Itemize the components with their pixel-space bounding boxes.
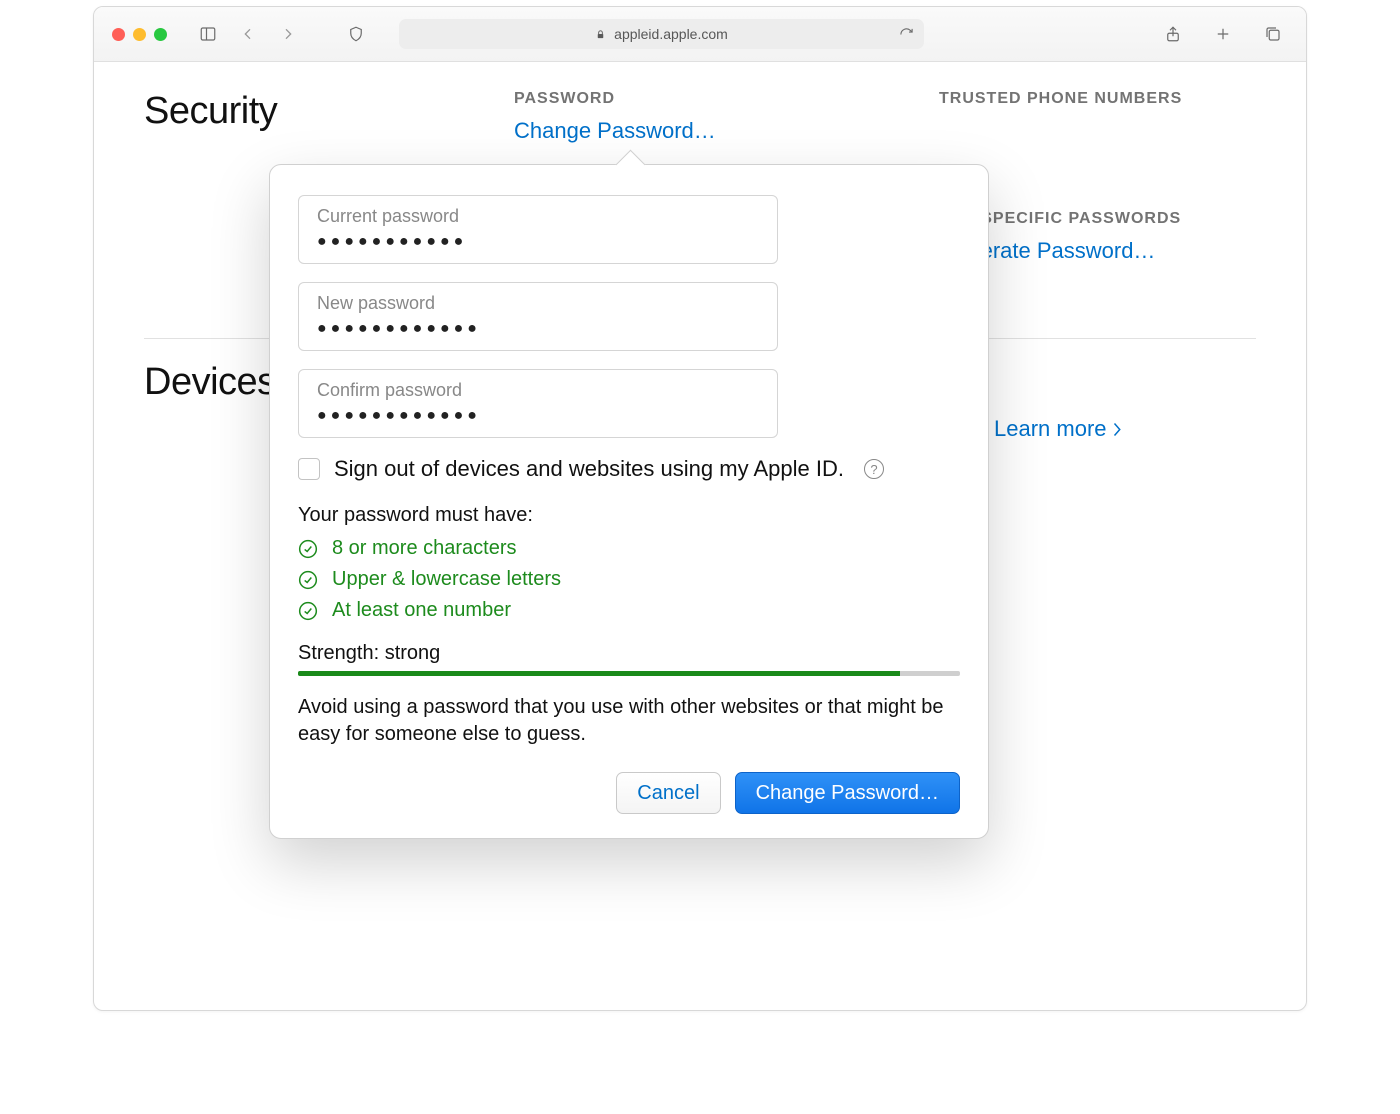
new-password-field[interactable]: New password ●●●●●●●●●●●● [298,282,778,351]
confirm-password-label: Confirm password [317,380,759,401]
requirements-title: Your password must have: [298,504,960,527]
change-password-label: Change Password… [756,782,939,805]
sidebar-toggle-button[interactable] [193,19,223,49]
chevron-right-icon [1113,422,1122,437]
url-text: appleid.apple.com [614,26,728,42]
strength-bar [298,671,960,676]
close-window-button[interactable] [112,28,125,41]
security-section-title: Security [144,90,514,133]
strength-label: Strength: strong [298,642,960,665]
tabs-overview-button[interactable] [1258,19,1288,49]
signout-label: Sign out of devices and websites using m… [334,456,844,482]
change-password-popover: Current password ●●●●●●●●●●● New passwor… [269,164,989,839]
confirm-password-value: ●●●●●●●●●●●● [317,407,759,425]
confirm-password-field[interactable]: Confirm password ●●●●●●●●●●●● [298,369,778,438]
check-circle-icon [298,601,318,621]
privacy-shield-icon[interactable] [341,19,371,49]
fullscreen-window-button[interactable] [154,28,167,41]
window-controls [112,28,167,41]
strength-fill [298,671,900,676]
minimize-window-button[interactable] [133,28,146,41]
cancel-button[interactable]: Cancel [616,772,720,814]
requirement-item: At least one number [298,599,960,622]
current-password-label: Current password [317,206,759,227]
requirement-text: Upper & lowercase letters [332,568,561,591]
password-column: PASSWORD Change Password… [514,90,716,144]
learn-more-link[interactable]: Learn more [994,416,1122,442]
address-bar[interactable]: appleid.apple.com [399,19,924,49]
password-heading: PASSWORD [514,90,716,108]
share-button[interactable] [1158,19,1188,49]
signout-checkbox[interactable] [298,458,320,480]
requirement-item: 8 or more characters [298,537,960,560]
requirement-text: At least one number [332,599,511,622]
reload-icon[interactable] [899,27,914,42]
requirement-item: Upper & lowercase letters [298,568,960,591]
check-circle-icon [298,570,318,590]
requirement-text: 8 or more characters [332,537,517,560]
learn-more-label: Learn more [994,416,1107,442]
change-password-link[interactable]: Change Password… [514,118,716,144]
help-icon[interactable]: ? [864,459,884,479]
back-button[interactable] [233,19,263,49]
cancel-label: Cancel [637,782,699,805]
new-tab-button[interactable] [1208,19,1238,49]
current-password-field[interactable]: Current password ●●●●●●●●●●● [298,195,778,264]
page-content: Security PASSWORD Change Password… TRUST… [94,62,1306,442]
forward-button[interactable] [273,19,303,49]
new-password-label: New password [317,293,759,314]
new-password-value: ●●●●●●●●●●●● [317,320,759,338]
current-password-value: ●●●●●●●●●●● [317,233,759,251]
toolbar: appleid.apple.com [94,7,1306,62]
change-password-button[interactable]: Change Password… [735,772,960,814]
password-advice: Avoid using a password that you use with… [298,694,960,748]
trusted-numbers-column: TRUSTED PHONE NUMBERS [939,90,1182,118]
trusted-numbers-heading: TRUSTED PHONE NUMBERS [939,90,1182,108]
lock-icon [595,29,606,40]
browser-window: appleid.apple.com Security PASSWORD Chan… [93,6,1307,1011]
check-circle-icon [298,539,318,559]
